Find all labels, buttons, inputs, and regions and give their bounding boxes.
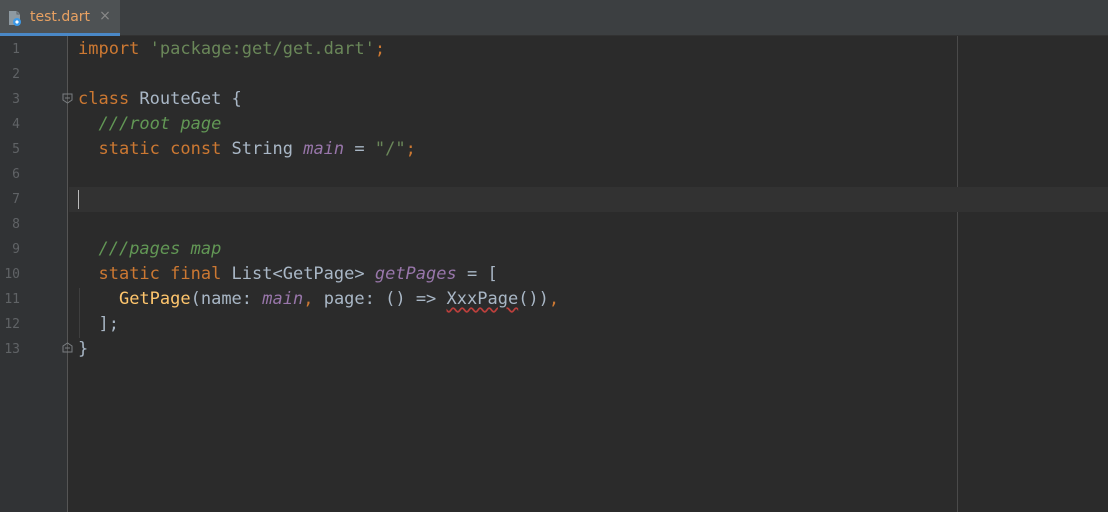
code-token: 'package:get/get.dart' — [149, 39, 375, 59]
code-line[interactable]: ///pages map — [78, 237, 221, 262]
code-line[interactable]: static final List<GetPage> getPages = [ — [78, 262, 498, 287]
line-number: 10 — [4, 267, 20, 282]
line-number: 9 — [12, 242, 20, 257]
code-token: ///pages map — [98, 239, 222, 259]
current-line-highlight — [69, 187, 1108, 212]
line-number: 3 — [12, 92, 20, 107]
text-caret — [78, 190, 79, 209]
editor-tab-bar: test.dart × — [0, 0, 1108, 36]
code-token: RouteGet { — [129, 89, 242, 109]
fold-icon[interactable] — [62, 342, 73, 353]
code-token: getPages — [374, 264, 457, 284]
tab-label: test.dart — [30, 9, 91, 25]
dart-file-icon — [9, 11, 21, 26]
code-token: XxxPage — [446, 289, 519, 309]
code-token: } — [78, 339, 89, 359]
line-number: 11 — [4, 292, 20, 307]
code-token: main — [303, 139, 345, 159]
line-number-gutter: 1 2 3 4 5 6 7 8 9 10 11 12 13 — [0, 36, 68, 512]
code-token: main — [262, 289, 304, 309]
code-token: ; — [374, 39, 386, 59]
code-line[interactable]: static const String main = "/"; — [78, 137, 416, 162]
code-token: static const — [98, 139, 222, 159]
line-number: 6 — [12, 167, 20, 182]
line-number: 12 — [4, 317, 20, 332]
code-editor[interactable]: 1 2 3 4 5 6 7 8 9 10 11 12 13 import 'package:get/ge… — [0, 36, 1108, 512]
code-token: ()) — [518, 289, 549, 309]
code-token: ; — [405, 139, 416, 159]
line-number: 4 — [12, 117, 20, 132]
code-token: = [ — [456, 264, 498, 284]
code-token: class — [78, 89, 130, 109]
code-token: page: () => — [323, 289, 447, 309]
code-line[interactable]: ]; — [78, 312, 119, 337]
code-token: (name: — [190, 289, 263, 309]
code-line[interactable]: class RouteGet { — [78, 87, 242, 112]
code-token: , — [303, 289, 324, 309]
code-token: static final — [98, 264, 222, 284]
fold-icon[interactable] — [62, 93, 73, 104]
code-line[interactable]: import 'package:get/get.dart'; — [78, 37, 385, 62]
code-line[interactable]: GetPage(name: main, page: () => XxxPage(… — [78, 287, 559, 312]
code-token: String — [221, 139, 304, 159]
line-number: 8 — [12, 217, 20, 232]
line-number: 1 — [12, 42, 20, 57]
line-number: 5 — [12, 142, 20, 157]
line-number: 7 — [12, 192, 20, 207]
code-line[interactable]: ///root page — [78, 112, 221, 137]
code-token: , — [548, 289, 560, 309]
close-icon[interactable]: × — [98, 9, 112, 23]
code-token: ]; — [78, 314, 119, 334]
code-token: = — [344, 139, 375, 159]
tab-test-dart[interactable]: test.dart × — [0, 0, 120, 36]
line-number: 13 — [4, 342, 20, 357]
code-line[interactable]: } — [78, 337, 88, 362]
code-token: "/" — [374, 139, 406, 159]
code-token: import — [78, 39, 140, 59]
line-number: 2 — [12, 67, 20, 82]
code-token: GetPage — [118, 289, 191, 309]
code-token: List<GetPage> — [221, 264, 375, 284]
ide-window: test.dart × 1 2 3 4 5 6 7 8 9 10 11 12 13 import 'pa… — [0, 0, 1108, 512]
code-token: ///root page — [98, 114, 222, 134]
right-margin-guide — [957, 36, 958, 512]
